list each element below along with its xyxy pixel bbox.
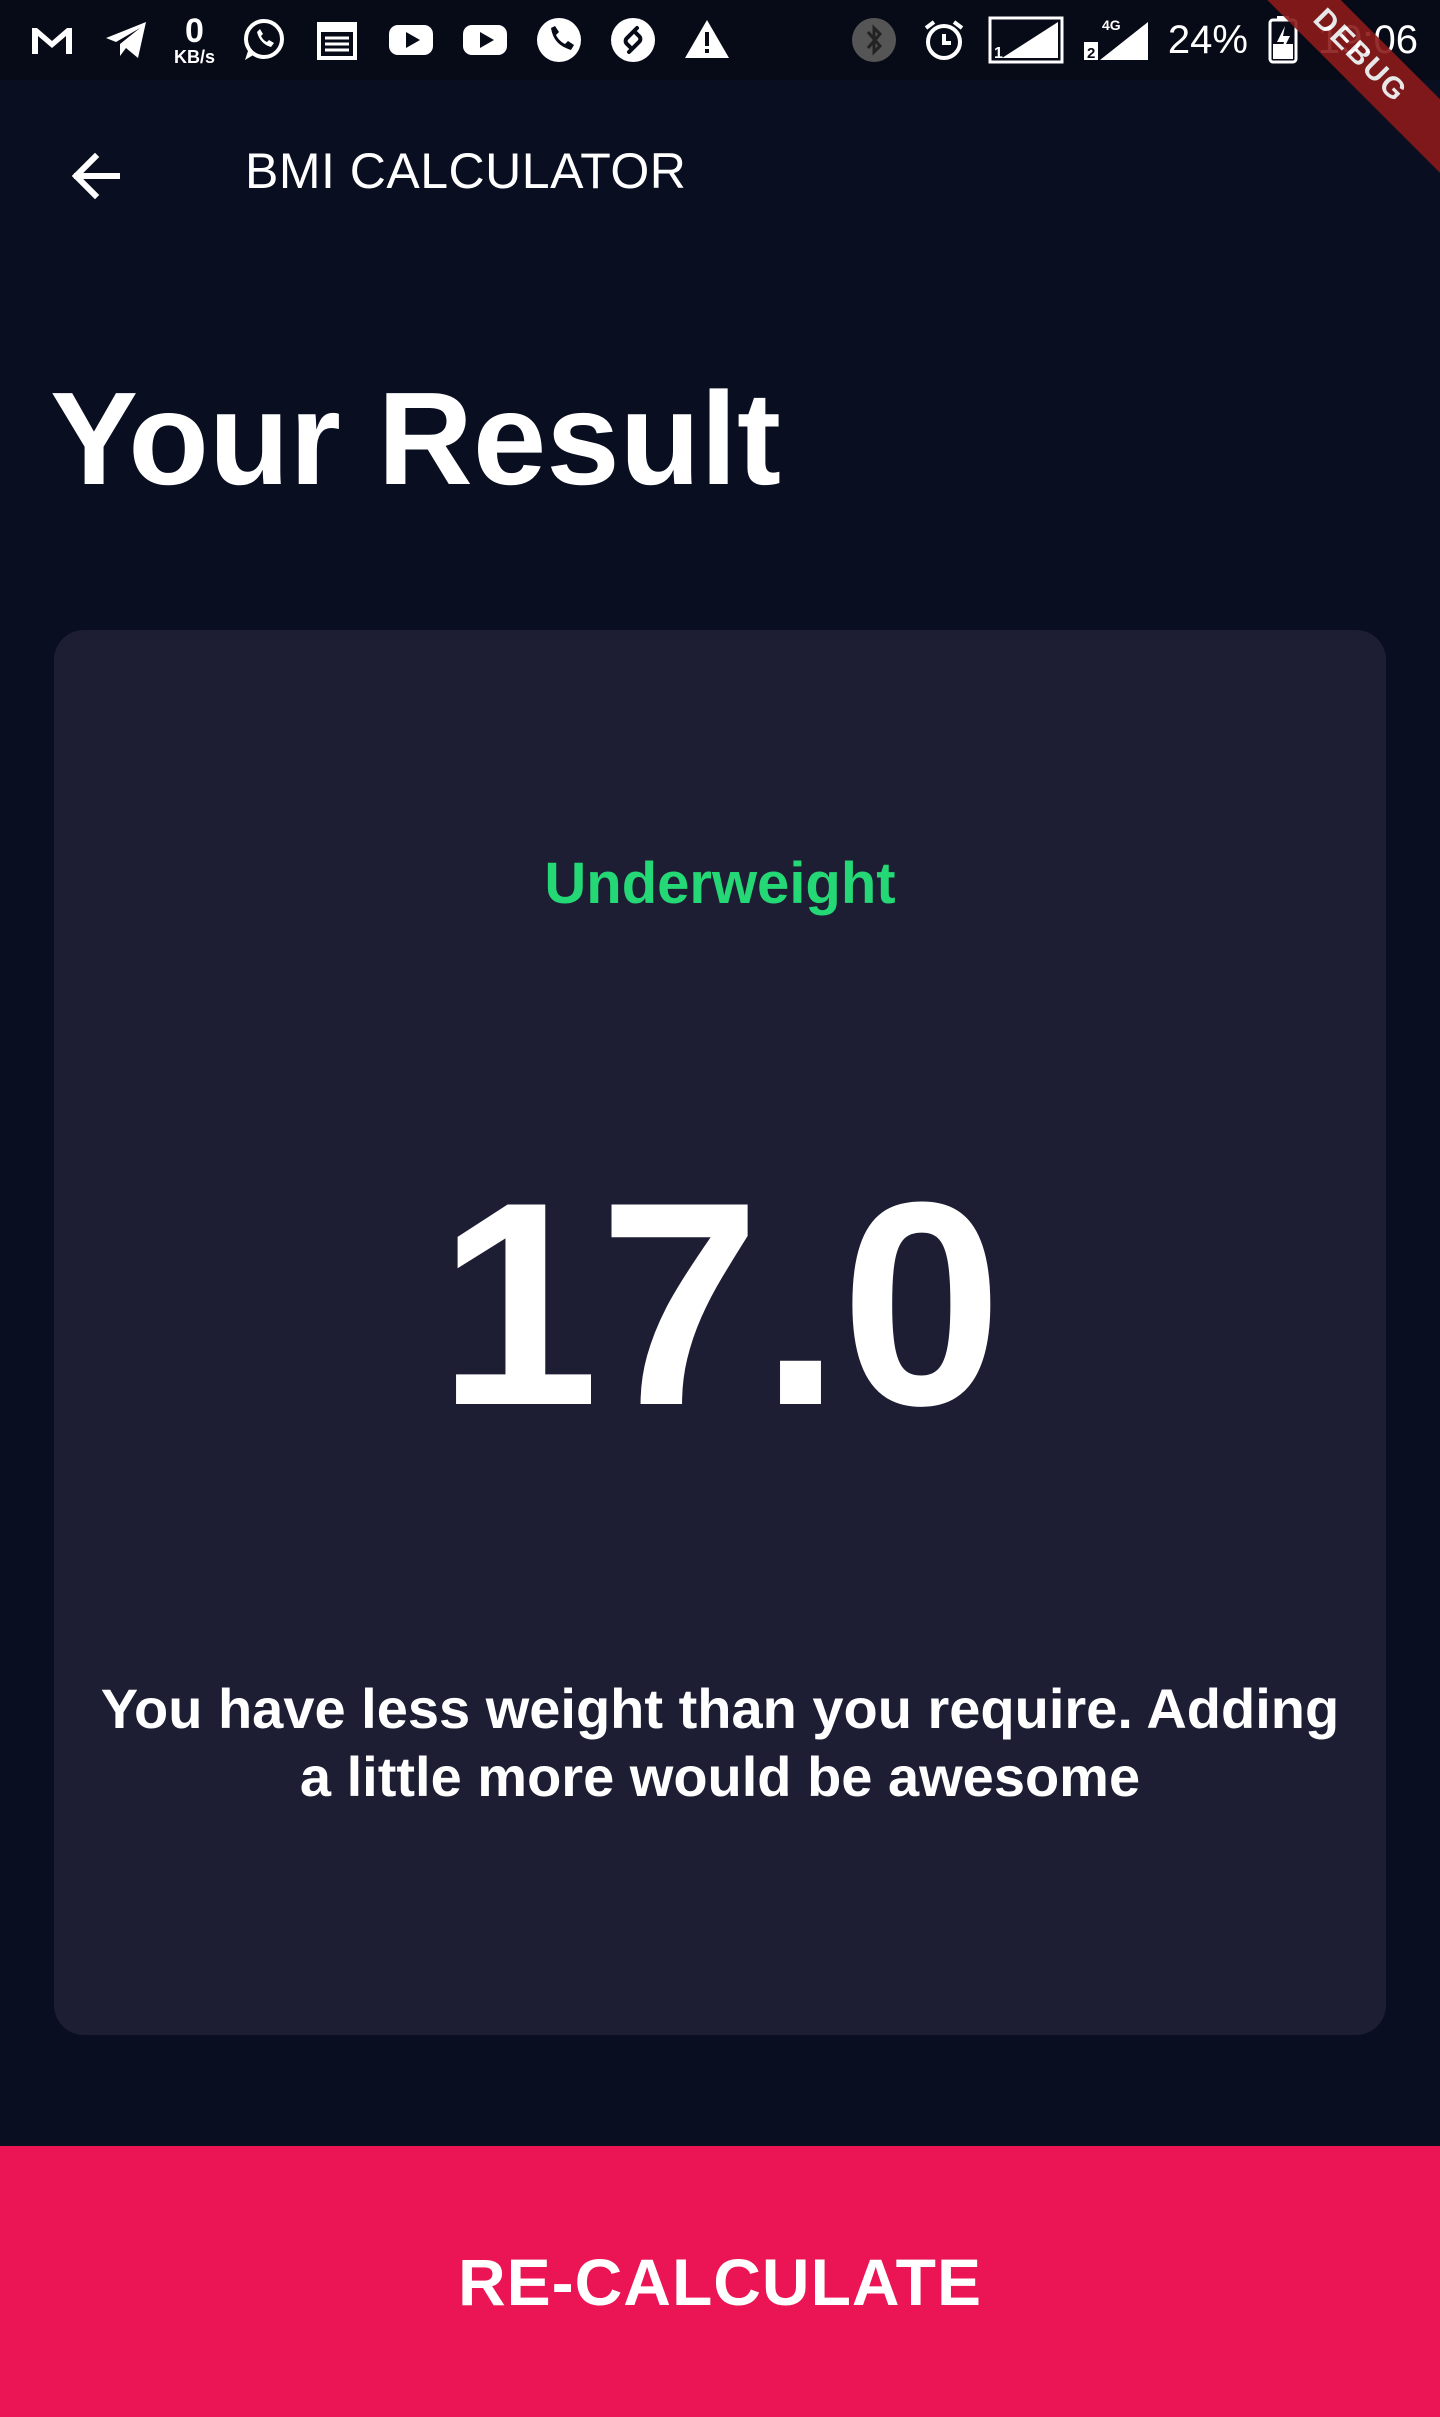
bmi-value: 17.0 [437,1142,1003,1466]
recalculate-button[interactable]: RE-CALCULATE [0,2146,1440,2417]
bluetooth-icon [848,14,900,66]
bmi-advice-text: You have less weight than you require. A… [100,1677,1340,1808]
shazam-icon [607,14,659,66]
network-type-label: 4G [1102,17,1121,33]
recalculate-button-label: RE-CALCULATE [457,2244,983,2319]
svg-text:1: 1 [994,45,1003,62]
back-button[interactable] [52,135,138,221]
whatsapp-icon [237,14,289,66]
app-title: BMI CALCULATOR [245,143,687,199]
alarm-icon [918,14,970,66]
gmail-icon [26,14,78,66]
arrow-back-icon [65,146,125,211]
signal-sim2-icon: 2 4G [1082,14,1150,66]
calendar-icon [311,14,363,66]
warning-icon [681,14,733,66]
svg-text:2: 2 [1087,45,1095,62]
page-title: Your Result [50,365,781,512]
data-speed-indicator: 0 KB/s [174,14,215,66]
status-bar: 0 KB/s 1 2 4G 24% [0,0,1440,80]
result-card: Underweight 17.0 You have less weight th… [54,630,1386,2035]
signal-sim1-icon: 1 [988,14,1064,66]
notification-icons: 0 KB/s [26,10,733,70]
phone-icon [533,14,585,66]
youtube-icon [459,14,511,66]
app-bar: BMI CALCULATOR [0,80,1440,270]
data-speed-unit: KB/s [174,47,216,67]
telegram-icon [100,14,152,66]
bmi-status-label: Underweight [544,851,896,916]
data-speed-value: 0 [185,12,204,50]
youtube-icon [385,14,437,66]
battery-percentage: 24% [1167,17,1248,62]
